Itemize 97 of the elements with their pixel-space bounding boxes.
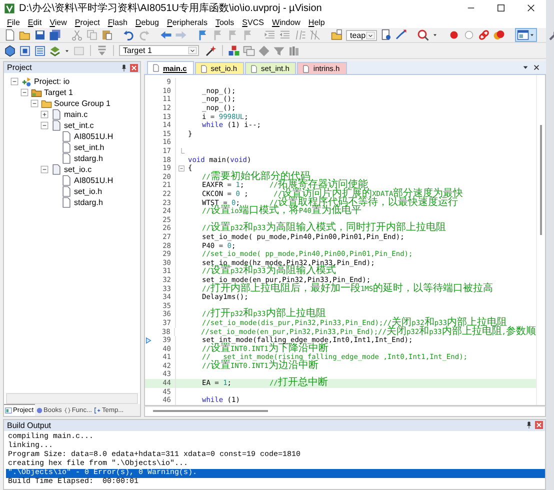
collapse-icon[interactable]	[10, 77, 19, 86]
panel-title: Project	[7, 63, 32, 72]
components-icon[interactable]	[228, 44, 240, 57]
tree-item[interactable]: set_int.h	[74, 143, 104, 152]
dropdown-icon[interactable]	[522, 64, 529, 72]
menu-item[interactable]: File	[3, 18, 24, 27]
new-file-icon[interactable]	[4, 29, 16, 42]
tree-item[interactable]: main.c	[64, 110, 88, 120]
tree-item[interactable]: AI8051U.H	[74, 132, 114, 142]
horizontal-scrollbar[interactable]	[144, 406, 546, 417]
folder-icon	[41, 98, 52, 110]
build-icon[interactable]	[19, 44, 31, 57]
file-icon	[61, 175, 72, 186]
vertical-scrollbar[interactable]	[536, 75, 545, 405]
braces-icon	[64, 406, 71, 414]
file-icon	[61, 142, 72, 154]
app-logo-icon	[4, 2, 15, 14]
paste-icon[interactable]	[101, 29, 113, 42]
arrows-icon[interactable]	[394, 29, 407, 42]
menu-item[interactable]: Edit	[24, 18, 46, 27]
comment-icon[interactable]	[294, 29, 306, 42]
open-folder-icon[interactable]	[19, 29, 31, 42]
pin-icon[interactable]	[525, 421, 533, 430]
expand-icon[interactable]	[40, 110, 49, 120]
close-icon[interactable]	[526, 3, 536, 14]
document-icon[interactable]	[380, 29, 392, 42]
file-icon	[61, 197, 72, 208]
undo-icon[interactable]	[123, 29, 135, 42]
template-icon	[94, 406, 102, 414]
file-icon	[61, 153, 72, 164]
hollow-circle-icon[interactable]	[462, 29, 475, 42]
file-icon	[51, 164, 62, 176]
folder-icon	[31, 87, 42, 98]
chain-icon[interactable]	[478, 29, 490, 42]
pin-icon[interactable]	[120, 64, 128, 72]
stacked-windows-icon[interactable]	[243, 44, 255, 57]
tree-item[interactable]: AI8051U.H	[74, 176, 114, 186]
tree-item[interactable]: Project: io	[34, 77, 70, 86]
maximize-icon[interactable]	[496, 3, 506, 14]
close-icon[interactable]	[533, 64, 540, 72]
books-icon	[36, 406, 43, 414]
menu-item[interactable]: Flash	[104, 18, 132, 27]
tree-item[interactable]: Source Group 1	[54, 99, 110, 108]
file-icon	[51, 120, 62, 132]
file-icon	[51, 109, 62, 120]
menu-item[interactable]: View	[46, 18, 71, 27]
menu-item[interactable]: Debug	[131, 18, 163, 27]
file-icon	[61, 186, 72, 198]
collapse-icon[interactable]	[40, 165, 49, 174]
file-icon	[61, 131, 72, 142]
file-icon	[152, 64, 160, 72]
batch-build-icon[interactable]	[49, 44, 61, 57]
menu-item[interactable]: Window	[268, 18, 304, 27]
save-icon[interactable]	[34, 29, 46, 42]
file-icon	[250, 64, 258, 73]
tree-item[interactable]: set_io.h	[74, 187, 102, 196]
outdent-icon[interactable]	[279, 29, 291, 42]
magic-wand-icon[interactable]	[205, 44, 217, 57]
breakpoint-icon[interactable]	[448, 29, 460, 42]
file-icon	[200, 64, 208, 73]
cut-icon[interactable]	[71, 29, 83, 42]
download-icon[interactable]	[96, 44, 108, 57]
search-icon[interactable]	[416, 29, 429, 42]
menu-item[interactable]: Peripherals	[162, 18, 212, 27]
uncomment-icon[interactable]	[309, 29, 321, 42]
find-combo[interactable]: teap	[346, 30, 377, 41]
tree-item[interactable]: stdarg.h	[74, 198, 103, 208]
menu-item[interactable]: Help	[304, 18, 329, 27]
diamond-icon[interactable]	[258, 44, 270, 57]
collapse-icon[interactable]	[178, 165, 184, 172]
breakpoints-icon[interactable]	[492, 29, 505, 42]
menu-item[interactable]: Tools	[211, 18, 238, 27]
window-layout-icon[interactable]	[516, 29, 529, 42]
tree-item[interactable]: set_io.c	[64, 165, 92, 174]
rebuild-icon[interactable]	[34, 44, 46, 57]
save-all-icon[interactable]	[49, 29, 61, 42]
collapse-icon[interactable]	[40, 121, 49, 130]
tree-item[interactable]: set_int.c	[64, 121, 94, 130]
tree-item[interactable]: Target 1	[44, 88, 73, 98]
horizontal-scrollbar[interactable]	[6, 392, 138, 404]
collapse-icon[interactable]	[20, 88, 29, 98]
folder-search-icon[interactable]	[331, 29, 343, 42]
menu-item[interactable]: Project	[70, 18, 104, 27]
books-icon[interactable]	[288, 44, 300, 57]
funnel-icon[interactable]	[273, 44, 285, 57]
translate-icon[interactable]	[4, 44, 16, 57]
panel-title: Build Output	[7, 420, 52, 430]
left-arrow-icon[interactable]	[160, 29, 172, 42]
target-combo[interactable]: Target 1	[119, 45, 199, 56]
collapse-icon[interactable]	[30, 99, 39, 108]
project-icon	[21, 76, 32, 88]
menu-item[interactable]: SVCS	[238, 18, 268, 27]
copy-icon[interactable]	[86, 29, 98, 42]
indent-icon[interactable]	[264, 29, 276, 42]
file-icon	[302, 64, 310, 73]
window-title: D:\办公\资料\平时学习资料\AI8051U专用库函数\io\io.uvproj - µVision	[19, 2, 323, 16]
tree-item[interactable]: stdarg.h	[74, 154, 103, 164]
